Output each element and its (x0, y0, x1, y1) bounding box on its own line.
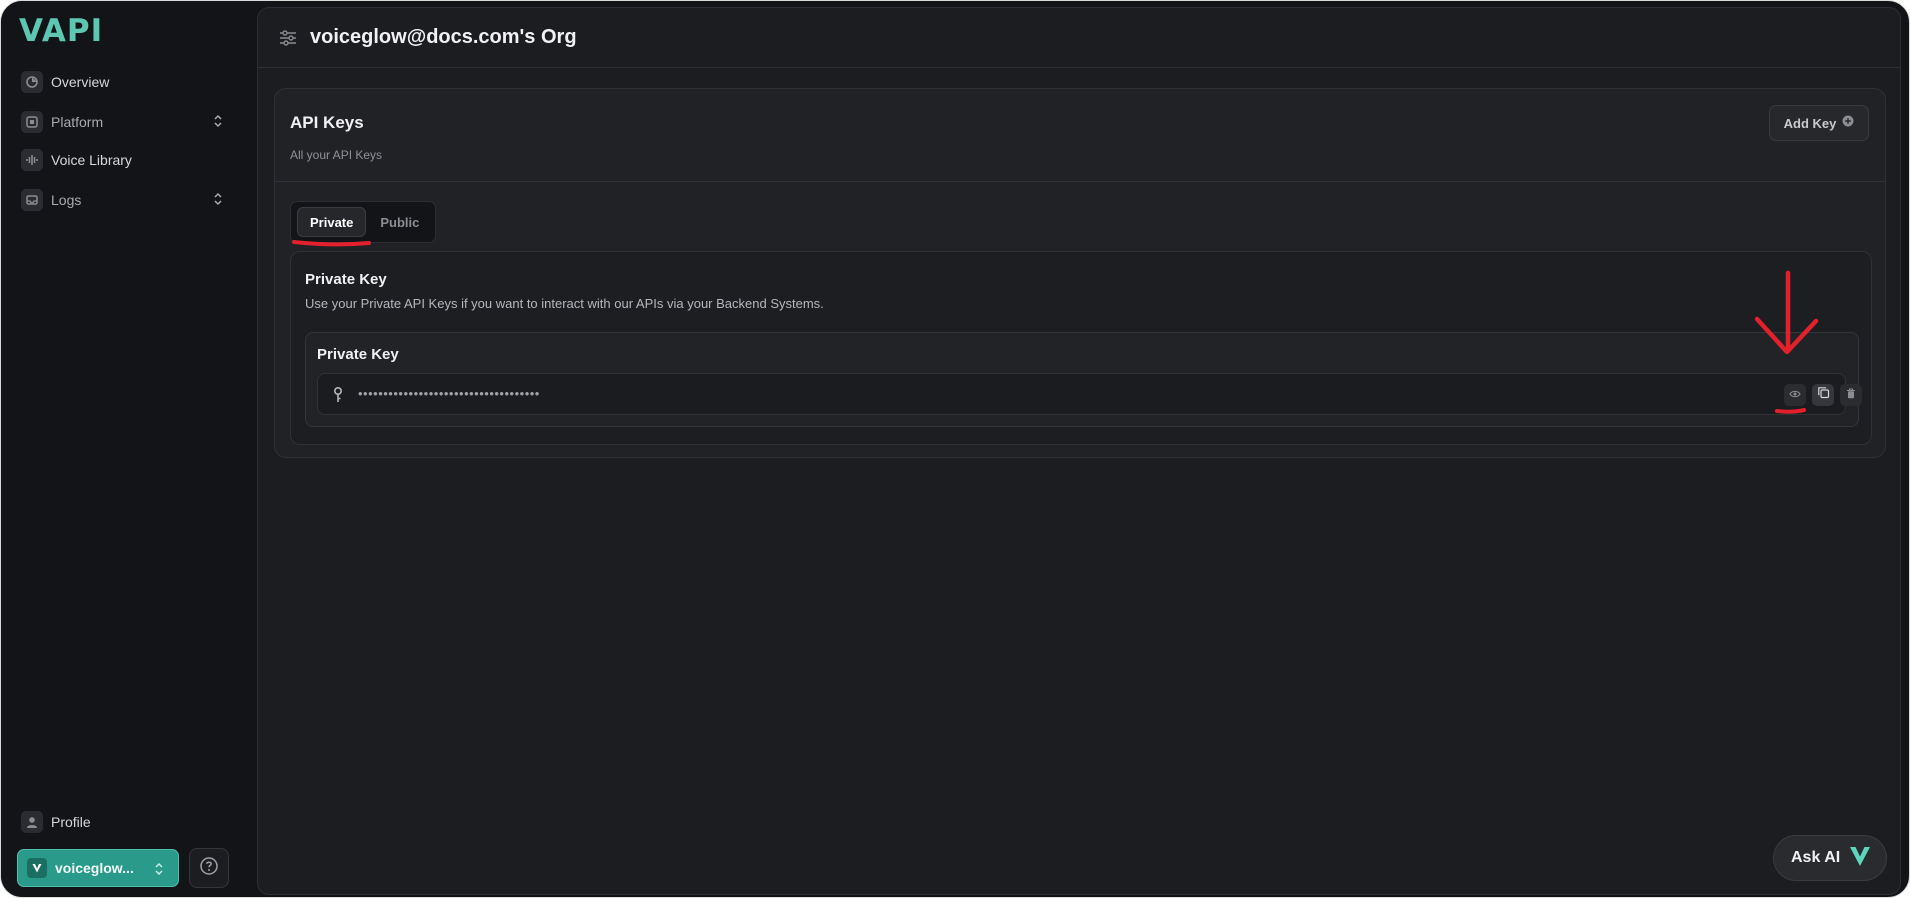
vapi-v-icon (1848, 844, 1872, 873)
trash-icon (1846, 386, 1856, 404)
sidebar-item-label: Platform (51, 114, 104, 130)
platform-icon (21, 111, 43, 133)
copy-key-button[interactable] (1812, 384, 1834, 406)
app-window: VAPI Overview Platform Voice Library Log… (0, 0, 1910, 898)
chevron-updown-icon (213, 113, 223, 134)
sidebar-item-label: Voice Library (51, 152, 132, 168)
sliders-icon[interactable] (278, 28, 298, 48)
chevron-updown-icon (213, 191, 223, 212)
plus-circle-icon (1842, 114, 1854, 132)
add-key-label: Add Key (1783, 115, 1837, 131)
api-keys-card: API Keys All your API Keys Add Key Priva… (274, 88, 1886, 458)
card-header: API Keys All your API Keys Add Key (275, 89, 1885, 182)
key-type-tabs: Private Public (290, 201, 436, 243)
ask-ai-label: Ask AI (1791, 849, 1841, 866)
inbox-icon (21, 189, 43, 211)
section-description: Use your Private API Keys if you want to… (305, 296, 824, 311)
sidebar: VAPI Overview Platform Voice Library Log… (1, 1, 257, 897)
eye-icon (1789, 386, 1801, 404)
show-key-button[interactable] (1784, 384, 1806, 406)
help-circle-icon (199, 856, 219, 881)
sidebar-item-voice-library[interactable]: Voice Library (21, 145, 227, 175)
card-subtitle: All your API Keys (290, 148, 383, 162)
delete-key-button[interactable] (1840, 384, 1862, 406)
copy-icon (1817, 386, 1830, 404)
page-header: voiceglow@docs.com's Org (258, 8, 1900, 68)
private-key-box: Private Key ••••••••••••••••••••••••••••… (305, 332, 1862, 427)
tab-private[interactable]: Private (297, 207, 367, 237)
key-icon (332, 386, 344, 409)
sidebar-item-profile[interactable]: Profile (21, 807, 227, 837)
pie-chart-icon (21, 71, 43, 93)
tab-public[interactable]: Public (368, 207, 431, 237)
sidebar-item-logs[interactable]: Logs (21, 185, 227, 215)
ask-ai-button[interactable]: Ask AI (1773, 835, 1887, 881)
org-switcher-label: voiceglow... (55, 860, 134, 876)
waveform-icon (21, 149, 43, 171)
page-title: voiceglow@docs.com's Org (310, 26, 577, 48)
card-title: API Keys (290, 113, 364, 132)
masked-key-value: •••••••••••••••••••••••••••••••••••• (358, 386, 540, 401)
private-key-section: Private Key Use your Private API Keys if… (290, 251, 1872, 445)
chevron-updown-icon (154, 861, 164, 882)
sidebar-item-platform[interactable]: Platform (21, 107, 227, 137)
user-icon (21, 811, 43, 833)
vapi-logo[interactable]: VAPI (19, 13, 104, 49)
section-title: Private Key (305, 271, 387, 288)
org-switcher-button[interactable]: voiceglow... (17, 849, 179, 887)
sidebar-item-label: Profile (51, 814, 91, 830)
help-button[interactable] (189, 848, 229, 888)
org-logo-icon (27, 858, 47, 878)
sidebar-item-label: Logs (51, 192, 82, 208)
key-label: Private Key (317, 346, 399, 363)
add-key-button[interactable]: Add Key (1769, 105, 1869, 141)
logo-text: VAPI (19, 13, 104, 49)
main-panel: voiceglow@docs.com's Org API Keys All yo… (257, 7, 1901, 895)
sidebar-item-label: Overview (51, 74, 110, 90)
sidebar-item-overview[interactable]: Overview (21, 67, 227, 97)
private-key-field: •••••••••••••••••••••••••••••••••••• (317, 373, 1862, 415)
